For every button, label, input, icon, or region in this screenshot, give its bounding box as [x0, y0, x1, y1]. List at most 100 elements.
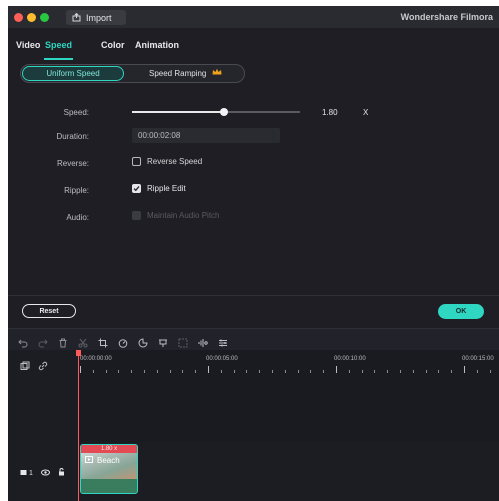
timeline-toolbar — [8, 328, 499, 350]
ruler-label: 00:00:00:00 — [80, 356, 112, 362]
delete-icon[interactable] — [58, 335, 68, 348]
add-track-icon[interactable] — [20, 358, 30, 376]
speed-mode-switch: Uniform Speed Speed Ramping — [20, 64, 245, 83]
speed-label: Speed: — [63, 108, 89, 117]
color-icon[interactable] — [138, 335, 148, 348]
tab-color[interactable]: Color — [101, 40, 125, 50]
ruler-tick — [92, 370, 94, 373]
ripple-label: Ripple: — [64, 186, 89, 195]
ruler-tick — [208, 366, 209, 373]
ruler-tick — [182, 370, 184, 373]
active-tab-indicator — [44, 58, 73, 60]
ruler-tick — [80, 366, 81, 373]
ruler-tick — [156, 370, 158, 373]
cut-icon[interactable] — [78, 335, 88, 348]
title-bar: Import Wondershare Filmora — [8, 6, 499, 28]
crown-icon — [212, 68, 222, 78]
speed-ramping-option[interactable]: Speed Ramping — [149, 68, 222, 78]
timeline-clip[interactable]: 1.80 x Beach — [80, 444, 138, 494]
timeline-panel: 00:00:00:00 00:00:05:00 00:00:10:00 00:0… — [8, 350, 499, 501]
ruler-tick — [131, 370, 133, 373]
split-icon[interactable] — [158, 335, 168, 347]
link-icon[interactable] — [38, 358, 48, 376]
playhead[interactable] — [78, 350, 79, 501]
close-window-button[interactable] — [14, 13, 23, 22]
speed-ramping-label: Speed Ramping — [149, 68, 207, 78]
track-number-icon — [20, 469, 27, 478]
ruler-tick — [105, 370, 107, 373]
maximize-window-button[interactable] — [40, 13, 49, 22]
divider — [8, 295, 499, 296]
speed-unit: X — [363, 108, 369, 117]
ruler-tick — [233, 370, 235, 373]
ruler-tick — [284, 370, 286, 373]
speed-slider-fill — [132, 111, 225, 113]
ruler-tick — [195, 370, 197, 373]
clip-speed-badge: 1.80 x — [81, 445, 137, 453]
time-ruler[interactable]: 00:00:00:00 00:00:05:00 00:00:10:00 00:0… — [78, 350, 499, 384]
import-label: Import — [86, 12, 112, 23]
speed-icon[interactable] — [118, 335, 128, 348]
ruler-tick — [310, 370, 312, 373]
track-controls: 1 — [20, 468, 65, 478]
reverse-speed-text: Reverse Speed — [147, 157, 203, 166]
ripple-edit-text: Ripple Edit — [147, 184, 186, 193]
undo-icon[interactable] — [18, 335, 28, 348]
ruler-tick — [438, 370, 440, 373]
ruler-tick — [169, 370, 171, 373]
crop-icon[interactable] — [98, 335, 108, 348]
reverse-label: Reverse: — [56, 159, 89, 168]
playhead-handle[interactable] — [76, 350, 81, 356]
duration-label: Duration: — [56, 132, 89, 141]
filmora-window: Import Wondershare Filmora Video Speed C… — [8, 6, 499, 501]
ruler-label: 00:00:10:00 — [334, 356, 366, 362]
minimize-window-button[interactable] — [27, 13, 36, 22]
ruler-tick — [220, 370, 222, 373]
ripple-edit-checkbox[interactable] — [132, 184, 141, 193]
ruler-tick — [144, 370, 145, 373]
ruler-tick — [272, 370, 273, 373]
reverse-speed-option[interactable]: Reverse Speed — [132, 157, 202, 166]
adjust-icon[interactable] — [218, 335, 228, 347]
eye-icon[interactable] — [40, 469, 50, 478]
maintain-audio-pitch-option: Maintain Audio Pitch — [132, 211, 220, 220]
tab-animation[interactable]: Animation — [135, 40, 179, 50]
import-icon — [72, 9, 81, 27]
maintain-audio-pitch-text: Maintain Audio Pitch — [147, 211, 220, 220]
properties-tabs: Video Speed Color Animation — [8, 28, 499, 64]
ripple-edit-option[interactable]: Ripple Edit — [132, 184, 186, 193]
audio-label: Audio: — [66, 213, 89, 222]
reverse-speed-checkbox[interactable] — [132, 157, 141, 166]
ruler-tick — [489, 370, 491, 373]
app-title: Wondershare Filmora — [400, 12, 493, 22]
ruler-tick — [412, 370, 414, 373]
video-clip-icon — [85, 456, 93, 465]
ok-button[interactable]: OK — [438, 304, 484, 319]
duration-field[interactable]: 00:00:02:08 — [132, 128, 280, 143]
maintain-audio-pitch-checkbox — [132, 211, 141, 220]
ruler-tick — [348, 370, 350, 373]
ruler-tick — [361, 370, 363, 373]
clip-title: Beach — [85, 456, 120, 465]
ruler-tick — [323, 370, 325, 373]
uniform-speed-option[interactable]: Uniform Speed — [22, 66, 124, 81]
redo-icon[interactable] — [38, 335, 48, 348]
ruler-tick — [387, 370, 389, 373]
ruler-tick — [374, 370, 376, 373]
ruler-tick — [400, 370, 401, 373]
reset-button[interactable]: Reset — [22, 304, 76, 318]
import-button[interactable]: Import — [66, 10, 126, 25]
tab-speed[interactable]: Speed — [45, 40, 72, 50]
ruler-tick — [246, 370, 248, 373]
ruler-label: 00:00:15:00 — [462, 356, 494, 362]
speed-value[interactable]: 1.80 — [322, 108, 338, 117]
lock-icon[interactable] — [58, 468, 65, 478]
ruler-tick — [118, 370, 120, 373]
speed-slider-handle[interactable] — [220, 108, 229, 116]
fullscreen-icon[interactable] — [178, 335, 188, 348]
ruler-tick — [425, 370, 427, 373]
voice-icon[interactable] — [198, 335, 208, 347]
ruler-tick — [476, 370, 478, 373]
clip-name: Beach — [97, 456, 120, 465]
tab-video[interactable]: Video — [16, 40, 40, 50]
